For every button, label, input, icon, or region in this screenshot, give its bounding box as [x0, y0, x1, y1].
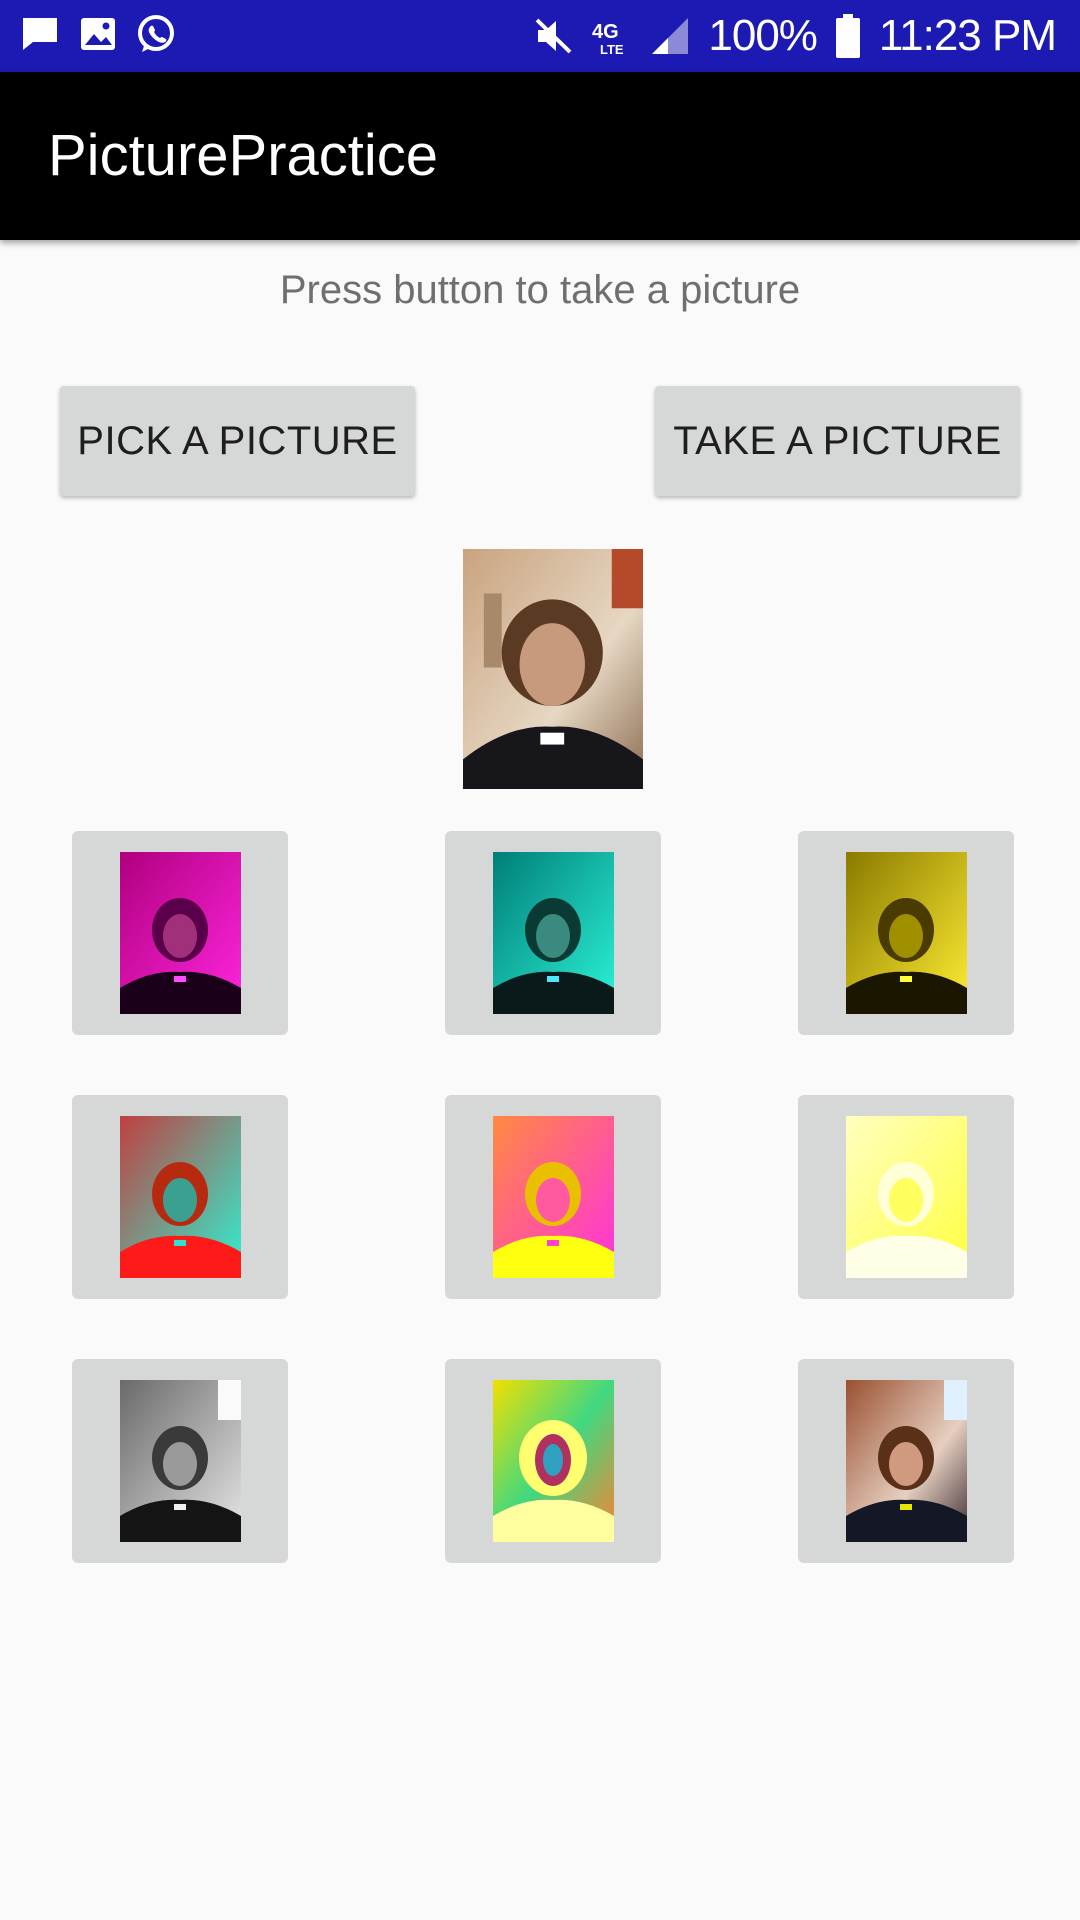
- filter-red-cyan[interactable]: [72, 1095, 288, 1299]
- filter-bright-yellow[interactable]: [798, 1095, 1014, 1299]
- whatsapp-icon: [138, 15, 174, 52]
- filter-thumbnail: [846, 1116, 967, 1278]
- battery-percentage: 100%: [708, 11, 818, 60]
- filter-thumbnail: [493, 1380, 614, 1542]
- app-bar: PicturePractice: [0, 72, 1080, 240]
- pick-picture-button[interactable]: PICK A PICTURE: [60, 386, 415, 496]
- battery-icon: [835, 14, 860, 58]
- app-title: PicturePractice: [48, 123, 439, 188]
- network-4g-lte-icon: 4G LTE: [592, 21, 624, 56]
- filter-yellow[interactable]: [798, 831, 1014, 1035]
- signal-icon: [652, 18, 689, 54]
- message-icon: [23, 18, 57, 50]
- svg-text:4G: 4G: [592, 21, 619, 43]
- filter-thumbnail: [120, 1380, 241, 1542]
- status-bar: 4G LTE 100% 11:23 PM: [0, 0, 1080, 72]
- filter-teal[interactable]: [445, 831, 661, 1035]
- clock-time: 11:23 PM: [878, 11, 1057, 60]
- system-indicators: 4G LTE 100% 11:23 PM: [534, 0, 1057, 72]
- filter-thumbnail: [493, 1116, 614, 1278]
- filter-thumbnail: [846, 1380, 967, 1542]
- take-picture-button[interactable]: TAKE A PICTURE: [655, 386, 1020, 496]
- filter-warm-original[interactable]: [798, 1359, 1014, 1563]
- instruction-text: Press button to take a picture: [279, 268, 801, 312]
- captured-photo: [463, 549, 643, 789]
- filter-psychedelic[interactable]: [445, 1359, 661, 1563]
- filter-thumbnail: [493, 852, 614, 1014]
- filter-thumbnail: [120, 852, 241, 1014]
- filter-grayscale[interactable]: [72, 1359, 288, 1563]
- filter-thumbnail: [846, 852, 967, 1014]
- filter-thumbnail: [120, 1116, 241, 1278]
- notification-icons: [20, 14, 176, 54]
- filter-magenta[interactable]: [72, 831, 288, 1035]
- filter-pink-yellow[interactable]: [445, 1095, 661, 1299]
- mute-icon: [535, 18, 572, 54]
- image-icon: [81, 18, 115, 50]
- svg-text:LTE: LTE: [600, 42, 624, 56]
